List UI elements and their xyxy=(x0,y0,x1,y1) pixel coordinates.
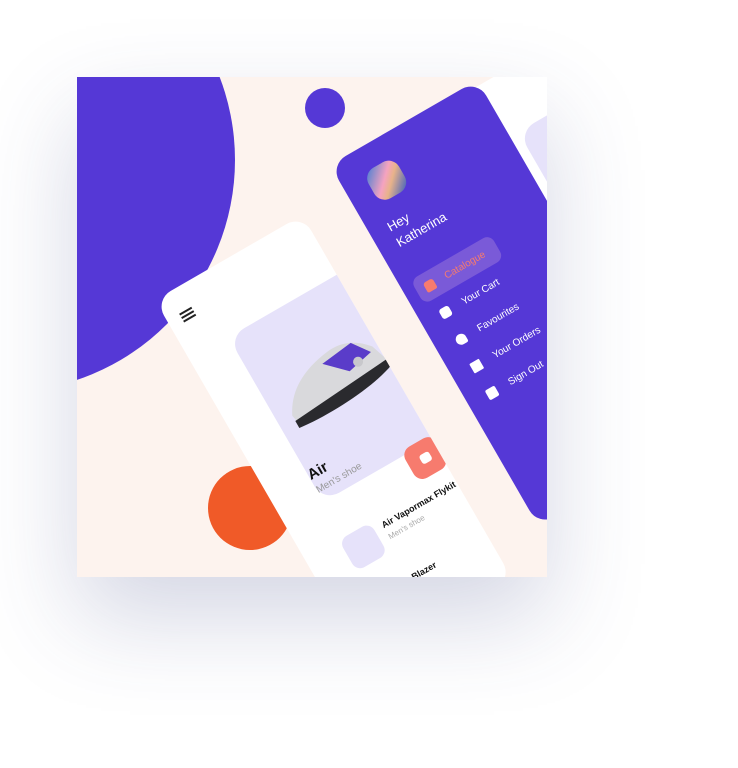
menu-item-catalogue[interactable]: Catalogue xyxy=(410,234,505,305)
menu-item-sign-out[interactable]: Sign Out xyxy=(484,359,546,401)
clipboard-icon xyxy=(469,358,485,374)
shoe-image xyxy=(292,342,391,428)
home-icon xyxy=(422,277,438,293)
bag-icon xyxy=(417,450,433,466)
product-thumbnail xyxy=(338,522,388,572)
decor-circle-small xyxy=(305,88,345,128)
heart-icon xyxy=(453,331,469,347)
sign-out-icon xyxy=(484,385,500,401)
product-title: Blazer xyxy=(409,559,439,577)
bag-icon xyxy=(438,304,454,320)
artboard: Hey Katherina Catalogue Your Cart Favour… xyxy=(77,77,547,577)
avatar[interactable] xyxy=(362,156,411,205)
menu-icon[interactable] xyxy=(179,306,197,323)
